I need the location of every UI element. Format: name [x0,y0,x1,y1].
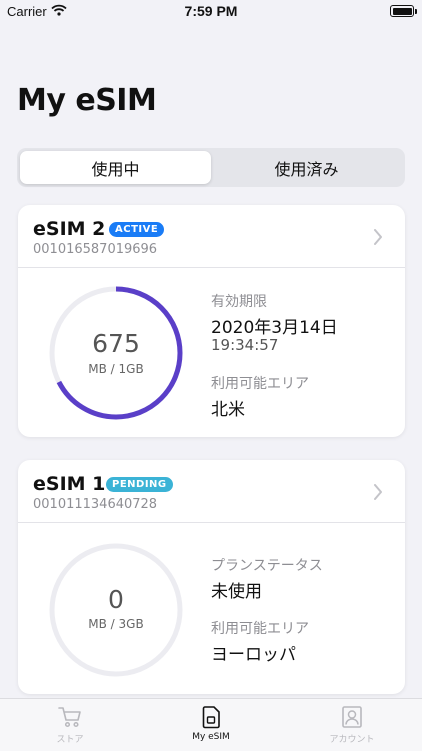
esim-card[interactable]: eSIM 1 PENDING 001011134640728 0 MB / 3G… [18,460,405,694]
usage-value: 0 [108,585,124,614]
usage-unit: MB / 3GB [88,617,144,631]
tab-label: My eSIM [192,732,230,742]
esim-name: eSIM 2 [33,218,106,240]
card-header[interactable]: eSIM 2 ACTIVE 001016587019696 [18,205,405,268]
tab-account[interactable]: アカウント [282,699,422,751]
usage-value: 675 [92,329,140,358]
esim-name: eSIM 1 [33,473,106,495]
area-label: 利用可能エリア [211,621,309,637]
tab-label: アカウント [329,735,375,745]
page-title: My eSIM [17,83,157,118]
status-time: 7:59 PM [184,3,238,19]
chevron-right-icon[interactable] [373,229,383,249]
area-value: ヨーロッパ [211,645,296,665]
plan-status-value: 未使用 [211,582,262,602]
expiry-label: 有効期限 [211,294,267,310]
usage-unit: MB / 1GB [88,362,144,376]
tab-my-esim[interactable]: My eSIM [141,699,281,751]
area-label: 利用可能エリア [211,376,309,392]
esim-number: 001011134640728 [33,497,158,512]
battery-icon [390,5,417,17]
expiry-date: 2020年3月14日 [211,318,338,338]
segment-used[interactable]: 使用済み [211,151,402,184]
esim-number: 001016587019696 [33,242,158,257]
status-bar: Carrier 7:59 PM [0,0,422,24]
esim-card[interactable]: eSIM 2 ACTIVE 001016587019696 675 MB / 1… [18,205,405,437]
status-badge: PENDING [106,477,173,492]
cart-icon [0,705,140,733]
tab-label: ストア [56,735,84,745]
chevron-right-icon[interactable] [373,484,383,504]
expiry-time: 19:34:57 [211,336,279,354]
card-header[interactable]: eSIM 1 PENDING 001011134640728 [18,460,405,523]
segment-in-use[interactable]: 使用中 [20,151,211,184]
segmented-control: 使用中 使用済み [17,148,405,187]
area-value: 北米 [211,400,245,420]
status-badge: ACTIVE [109,222,165,237]
tab-store[interactable]: ストア [0,699,140,751]
sim-card-icon [141,705,281,733]
tab-bar: ストア My eSIM アカウント [0,698,422,751]
plan-status-label: プランステータス [211,558,323,574]
account-icon [282,705,422,733]
